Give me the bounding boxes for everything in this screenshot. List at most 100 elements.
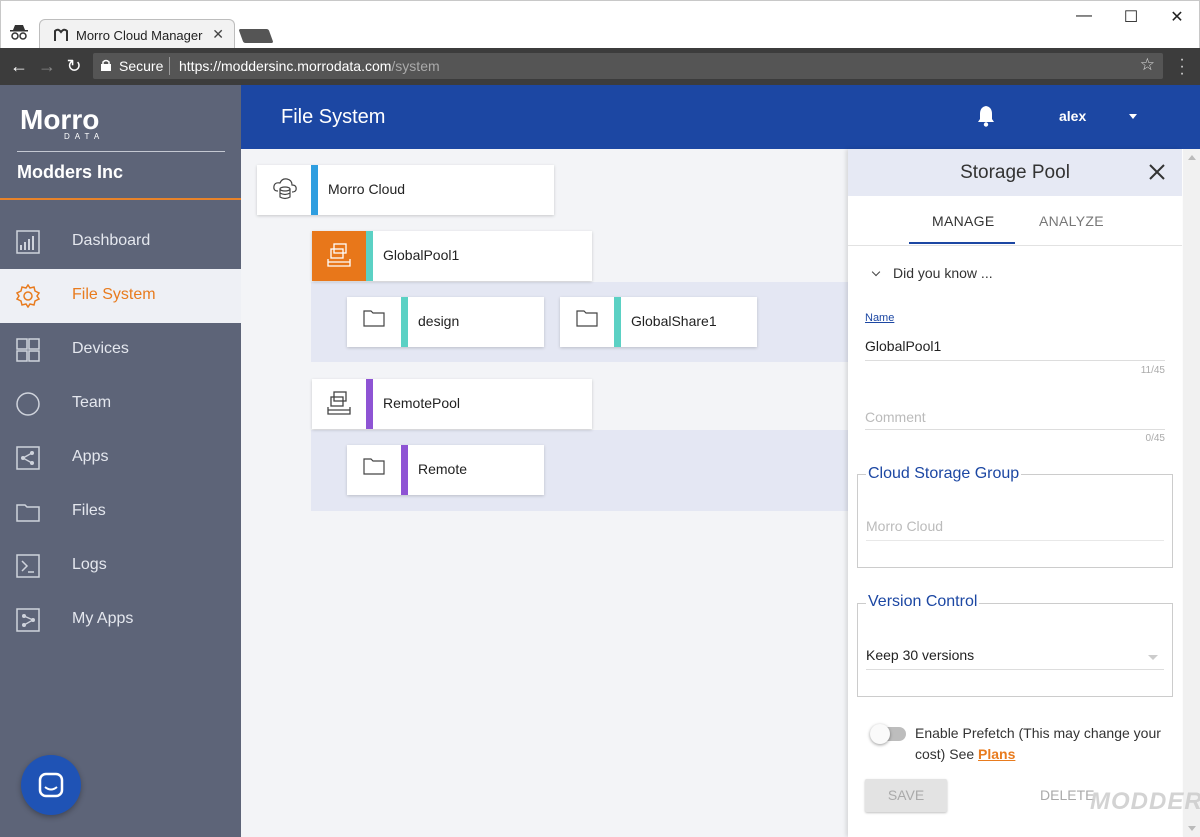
window-close-icon[interactable]: ✕ xyxy=(1157,7,1197,27)
user-name[interactable]: alex xyxy=(1059,108,1086,124)
sidebar-item-devices[interactable]: Devices xyxy=(0,323,241,377)
folder-icon xyxy=(363,310,385,327)
org-name: Modders Inc xyxy=(17,162,124,182)
forward-icon[interactable]: → xyxy=(36,56,58,77)
pool-label: GlobalPool1 xyxy=(383,247,460,263)
user-menu-chevron-down-icon[interactable] xyxy=(1129,114,1137,119)
select-chevron-down-icon[interactable] xyxy=(1148,655,1158,660)
pool-label: RemotePool xyxy=(383,395,461,411)
share-label: Remote xyxy=(418,461,468,477)
panel-scrollbar[interactable] xyxy=(1183,149,1200,837)
bookmark-star-icon[interactable]: ☆ xyxy=(1140,55,1155,75)
sidebar-item-file-system[interactable]: File System xyxy=(0,269,241,323)
plans-link[interactable]: Plans xyxy=(978,746,1015,762)
share-card-remote[interactable]: Remote xyxy=(347,445,544,495)
share-iconbox xyxy=(347,445,401,495)
share-color-bar xyxy=(401,445,408,495)
maximize-icon[interactable]: ☐ xyxy=(1111,7,1151,27)
share-color-bar xyxy=(401,297,408,347)
comment-field[interactable]: Comment xyxy=(865,409,926,425)
reload-icon[interactable]: ↻ xyxy=(63,56,85,77)
myapps-icon xyxy=(16,608,40,632)
tab-analyze[interactable]: ANALYZE xyxy=(1039,213,1104,229)
sidebar-item-files[interactable]: Files xyxy=(0,485,241,539)
tab-close-icon[interactable]: ✕ xyxy=(212,26,224,43)
pool-card-globalpool1[interactable]: GlobalPool1 xyxy=(312,231,592,281)
minimize-icon[interactable]: — xyxy=(1064,7,1104,25)
cloud-storage-group-field[interactable]: Morro Cloud xyxy=(866,518,943,534)
logo-subtext: DATA xyxy=(64,132,104,141)
storage-pool-icon xyxy=(327,391,351,415)
scroll-up-icon[interactable] xyxy=(1188,155,1196,160)
url-path: /system xyxy=(391,58,440,74)
save-button[interactable]: SAVE xyxy=(865,779,947,812)
folder-icon xyxy=(576,310,598,327)
browser-menu-icon[interactable]: · · · xyxy=(1176,52,1188,82)
prefetch-toggle[interactable] xyxy=(870,724,906,744)
bell-icon[interactable] xyxy=(976,105,996,127)
new-tab-button[interactable] xyxy=(238,29,274,43)
share-iconbox xyxy=(347,297,401,347)
gear-icon xyxy=(16,284,40,308)
share-card-globalshare1[interactable]: GlobalShare1 xyxy=(560,297,757,347)
morro-favicon xyxy=(54,28,68,41)
share-card-design[interactable]: design xyxy=(347,297,544,347)
close-icon[interactable] xyxy=(1149,164,1165,180)
share-color-bar xyxy=(614,297,621,347)
storage-pool-panel: Storage Pool MANAGE ANALYZE Did you know… xyxy=(848,149,1182,837)
folder-icon xyxy=(363,458,385,475)
name-char-count: 11/45 xyxy=(1140,365,1165,376)
panel-header: Storage Pool xyxy=(848,149,1182,196)
cloud-node-color-bar xyxy=(311,165,318,215)
terminal-icon xyxy=(16,554,40,578)
chat-launcher-button[interactable] xyxy=(21,755,81,815)
did-you-know-toggle[interactable]: Did you know ... xyxy=(871,265,993,281)
chevron-down-icon xyxy=(871,267,881,277)
address-bar[interactable]: Secure https://moddersinc.morrodata.com/… xyxy=(93,53,1163,79)
name-field-underline xyxy=(865,360,1165,361)
sidebar-item-label: Files xyxy=(72,502,106,519)
storage-pool-icon xyxy=(327,243,351,267)
sidebar-item-label: File System xyxy=(72,286,156,303)
cloud-node-iconbox xyxy=(257,165,311,215)
delete-button[interactable]: DELETE xyxy=(1040,787,1094,803)
org-divider xyxy=(0,198,241,200)
version-control-select[interactable]: Keep 30 versions xyxy=(866,647,974,663)
sidebar-item-apps[interactable]: Apps xyxy=(0,431,241,485)
browser-tab[interactable]: Morro Cloud Manager ✕ xyxy=(39,19,235,49)
pool-iconbox xyxy=(312,231,366,281)
share-label: design xyxy=(418,313,460,329)
logo-text: Morro xyxy=(20,104,99,135)
tab-title: Morro Cloud Manager xyxy=(76,28,203,43)
morro-logo: Morro DATA xyxy=(20,104,104,141)
sidebar-item-label: Apps xyxy=(72,448,109,465)
scroll-down-icon[interactable] xyxy=(1188,826,1196,831)
sidebar-item-my-apps[interactable]: My Apps xyxy=(0,593,241,647)
browser-toolbar: ← → ↻ Secure https://moddersinc.morrodat… xyxy=(0,48,1200,85)
did-you-know-label: Did you know ... xyxy=(893,265,993,281)
sidebar-item-team[interactable]: Team xyxy=(0,377,241,431)
url-host: https://moddersinc.morrodata.com xyxy=(179,58,392,74)
pool-card-remotepool[interactable]: RemotePool xyxy=(312,379,592,429)
address-separator xyxy=(169,57,170,75)
back-icon[interactable]: ← xyxy=(8,56,30,77)
panel-tabs: MANAGE ANALYZE xyxy=(848,196,1182,246)
version-control-underline xyxy=(866,669,1164,670)
sidebar-item-label: Dashboard xyxy=(72,232,151,249)
app-header: File System alex xyxy=(241,85,1200,149)
folder-icon xyxy=(16,504,40,522)
cloud-storage-group-legend: Cloud Storage Group xyxy=(866,465,1022,483)
sidebar-item-dashboard[interactable]: Dashboard xyxy=(0,215,241,269)
tab-manage[interactable]: MANAGE xyxy=(932,213,994,229)
share-icon xyxy=(16,446,40,470)
name-field[interactable]: GlobalPool1 xyxy=(865,338,941,354)
watermark-text: MODDERS xyxy=(1090,788,1200,815)
sidebar-item-logs[interactable]: Logs xyxy=(0,539,241,593)
prefetch-text: Enable Prefetch (This may change your co… xyxy=(915,725,1161,762)
pool-iconbox xyxy=(312,379,366,429)
comment-char-count: 0/45 xyxy=(1145,433,1165,444)
name-field-label: Name xyxy=(865,312,895,324)
cloud-node-card[interactable]: Morro Cloud xyxy=(257,165,554,215)
browser-tab-strip: Morro Cloud Manager ✕ — ☐ ✕ xyxy=(0,0,1200,49)
pool-color-bar xyxy=(366,231,373,281)
